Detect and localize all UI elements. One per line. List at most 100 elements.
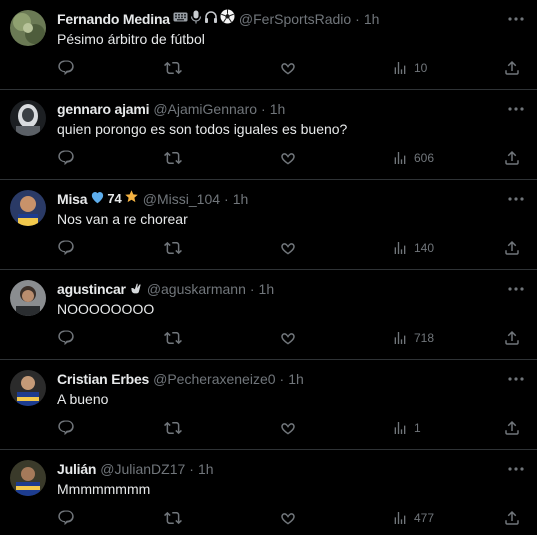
views-icon [392, 510, 408, 526]
avatar[interactable] [10, 460, 46, 496]
tweet[interactable]: Julián @JulianDZ17 · 1h Mmmmmmmm 477 [0, 450, 537, 535]
separator-dot: · [355, 11, 360, 27]
repost-icon [164, 419, 182, 437]
heart-icon [279, 509, 297, 527]
repost-icon [164, 59, 182, 77]
display-name[interactable]: gennaro ajami [57, 100, 150, 118]
share-button[interactable] [503, 508, 521, 528]
reply-icon [57, 509, 75, 527]
tweet-actions: 606 [57, 148, 527, 168]
views-button[interactable]: 606 [392, 148, 434, 168]
timestamp[interactable]: 1h [288, 370, 304, 388]
tweet[interactable]: agustincar @aguskarmann · 1h NOOOOOOOO 7… [0, 270, 537, 360]
timestamp[interactable]: 1h [198, 460, 214, 478]
share-button[interactable] [503, 238, 521, 258]
like-button[interactable] [279, 238, 297, 258]
views-icon [392, 240, 408, 256]
display-name[interactable]: Misa [57, 190, 88, 208]
tweet[interactable]: gennaro ajami @AjamiGennaro · 1h quien p… [0, 90, 537, 180]
more-options-icon[interactable] [507, 460, 525, 478]
views-button[interactable]: 718 [392, 328, 434, 348]
share-icon [503, 329, 521, 347]
like-button[interactable] [279, 148, 297, 168]
tweet[interactable]: Cristian Erbes @Pecheraxeneize0 · 1h A b… [0, 360, 537, 450]
views-count: 1 [414, 421, 421, 435]
repost-button[interactable] [164, 148, 182, 168]
avatar[interactable] [10, 370, 46, 406]
timestamp[interactable]: 1h [364, 10, 380, 28]
tweet-text: A bueno [57, 391, 109, 407]
timestamp[interactable]: 1h [270, 100, 286, 118]
more-options-icon[interactable] [507, 100, 525, 118]
tweet-actions: 140 [57, 238, 527, 258]
views-button[interactable]: 140 [392, 238, 434, 258]
more-options-icon[interactable] [507, 370, 525, 388]
views-count: 10 [414, 61, 428, 75]
headphones-icon [204, 10, 218, 29]
tweet-text: quien porongo es son todos iguales es bu… [57, 121, 348, 137]
reply-button[interactable] [57, 238, 75, 258]
views-count: 140 [414, 241, 435, 255]
reply-button[interactable] [57, 418, 75, 438]
soccer-ball-icon [220, 9, 235, 29]
user-handle[interactable]: @Pecheraxeneize0 [153, 370, 275, 388]
reply-button[interactable] [57, 508, 75, 528]
like-button[interactable] [279, 328, 297, 348]
share-icon [503, 509, 521, 527]
avatar[interactable] [10, 190, 46, 226]
avatar[interactable] [10, 280, 46, 316]
tweet-text: NOOOOOOOO [57, 301, 155, 317]
star-icon [124, 189, 139, 209]
views-button[interactable]: 1 [392, 418, 421, 438]
display-name[interactable]: Fernando Medina [57, 10, 170, 28]
blue-heart-icon [90, 190, 105, 209]
separator-dot: · [189, 461, 194, 477]
microphone-icon [190, 10, 202, 29]
repost-button[interactable] [164, 238, 182, 258]
share-button[interactable] [503, 58, 521, 78]
share-button[interactable] [503, 328, 521, 348]
reply-button[interactable] [57, 148, 75, 168]
separator-dot: · [279, 371, 285, 387]
name-suffix: 74 [107, 191, 122, 206]
display-name[interactable]: Cristian Erbes [57, 370, 149, 388]
avatar[interactable] [10, 100, 46, 136]
more-options-icon[interactable] [507, 10, 525, 28]
user-handle[interactable]: @aguskarmann [147, 280, 246, 298]
share-icon [503, 239, 521, 257]
user-handle[interactable]: @AjamiGennaro [153, 100, 257, 118]
heart-icon [279, 419, 297, 437]
like-button[interactable] [279, 58, 297, 78]
heart-icon [279, 149, 297, 167]
avatar[interactable] [10, 10, 46, 46]
separator-dot: · [261, 101, 266, 117]
views-count: 606 [414, 151, 435, 165]
repost-button[interactable] [164, 508, 182, 528]
share-button[interactable] [503, 418, 521, 438]
like-button[interactable] [279, 508, 297, 528]
reply-icon [57, 329, 75, 347]
views-icon [392, 150, 408, 166]
user-handle[interactable]: @Missi_104 [143, 190, 220, 208]
user-handle[interactable]: @JulianDZ17 [100, 460, 185, 478]
like-button[interactable] [279, 418, 297, 438]
more-options-icon[interactable] [507, 190, 525, 208]
views-button[interactable]: 477 [392, 508, 434, 528]
timestamp[interactable]: 1h [259, 280, 275, 298]
user-handle[interactable]: @FerSportsRadio [239, 10, 351, 28]
views-icon [392, 330, 408, 346]
views-count: 477 [414, 511, 435, 525]
timestamp[interactable]: 1h [233, 190, 249, 208]
display-name[interactable]: agustincar [57, 280, 126, 298]
tweet[interactable]: Misa 74 @Missi_104 · 1h Nos van a re cho… [0, 180, 537, 270]
more-options-icon[interactable] [507, 280, 525, 298]
reply-button[interactable] [57, 328, 75, 348]
tweet[interactable]: Fernando Medina @FerSportsRadio · 1h Pés… [0, 0, 537, 90]
views-button[interactable]: 10 [392, 58, 427, 78]
reply-button[interactable] [57, 58, 75, 78]
display-name[interactable]: Julián [57, 460, 96, 478]
share-button[interactable] [503, 148, 521, 168]
repost-button[interactable] [164, 418, 182, 438]
repost-button[interactable] [164, 328, 182, 348]
repost-button[interactable] [164, 58, 182, 78]
